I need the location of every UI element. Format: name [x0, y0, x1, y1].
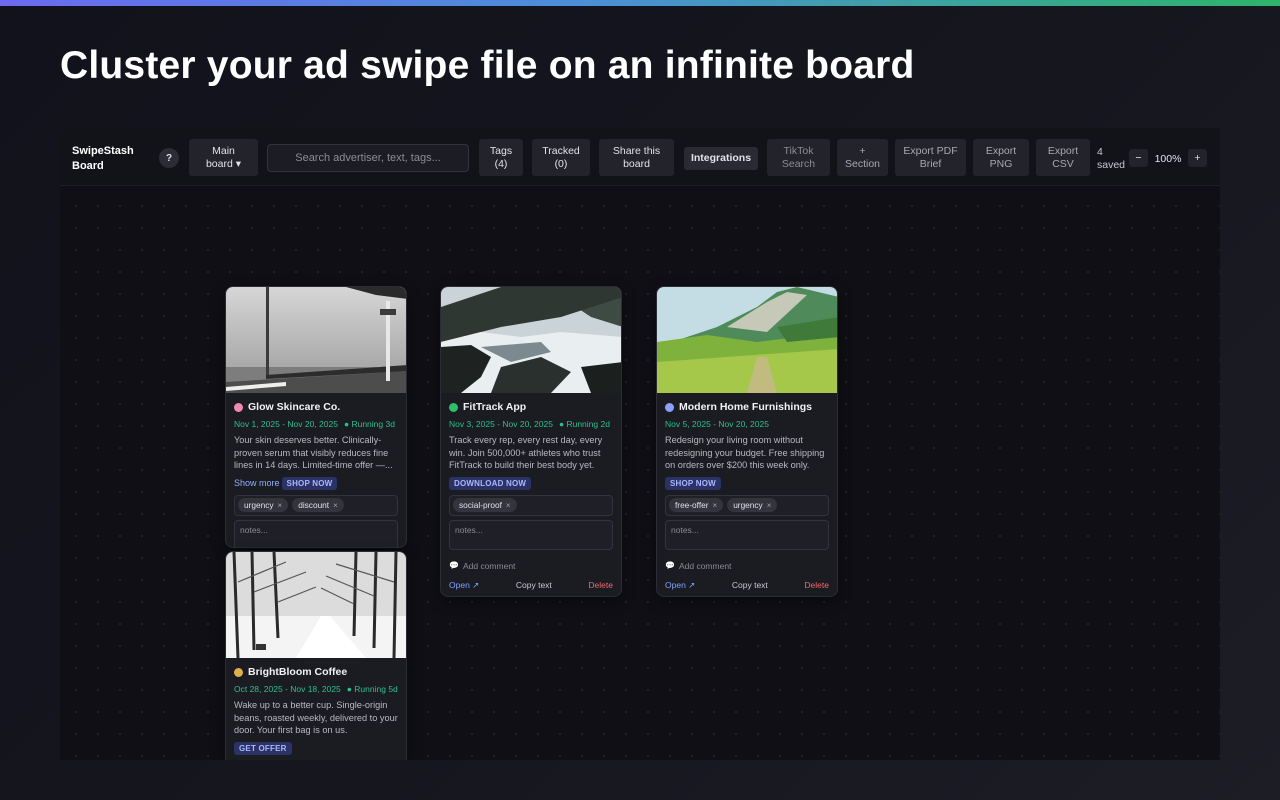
pier-icon	[226, 287, 406, 393]
run-dates: Nov 1, 2025 - Nov 20, 2025	[234, 419, 338, 429]
add-comment-label: Add comment	[678, 560, 732, 571]
tag-label: discount	[298, 500, 330, 511]
tag-label: free-offer	[675, 500, 709, 511]
tag-label: urgency	[733, 500, 763, 511]
advertiser-name: BrightBloom Coffee	[248, 666, 348, 678]
help-button[interactable]: ?	[159, 148, 179, 168]
zoom-level: 100%	[1154, 153, 1182, 165]
copy-text-button[interactable]: Copy text	[732, 580, 768, 591]
toolbar: SwipeStash Board ? Main board ▾ Tags (4)…	[60, 128, 1220, 186]
add-comment-link[interactable]: 💬 Add comment	[665, 561, 829, 571]
speech-bubble-icon: 💬	[449, 561, 459, 571]
notes-field[interactable]: notes...	[665, 519, 829, 550]
ad-copy: Track every rep, every rest day, every w…	[449, 435, 603, 471]
speech-bubble-icon: 💬	[665, 561, 675, 571]
ad-card[interactable]: Glow Skincare Co. Nov 1, 2025 - Nov 20, …	[225, 286, 407, 548]
copy-text-button[interactable]: Copy text	[516, 580, 552, 591]
add-section-button[interactable]: + Section	[837, 139, 888, 176]
cta-badge: GET OFFER	[234, 741, 292, 755]
delete-button[interactable]: Delete	[588, 580, 613, 591]
delete-button[interactable]: Delete	[804, 580, 829, 591]
board-canvas[interactable]: Glow Skincare Co. Nov 1, 2025 - Nov 20, …	[60, 187, 1220, 760]
zoom-out-button[interactable]: −	[1129, 149, 1148, 167]
open-link[interactable]: Open ↗	[665, 580, 695, 591]
board-app: SwipeStash Board ? Main board ▾ Tags (4)…	[60, 128, 1220, 760]
tags-field[interactable]: urgency × discount ×	[234, 494, 398, 516]
show-more-link[interactable]: Show more	[234, 478, 280, 488]
running-status: ● Running 3d	[343, 419, 395, 429]
board-select[interactable]: Main board ▾	[189, 139, 258, 176]
advertiser-name: FitTrack App	[463, 401, 527, 413]
remove-tag-icon[interactable]: ×	[767, 501, 772, 510]
remove-tag-icon[interactable]: ×	[713, 501, 718, 510]
advertiser-dot	[449, 402, 458, 412]
saved-count: 4 saved	[1097, 146, 1126, 171]
notes-field[interactable]: notes...	[234, 519, 398, 547]
tag-chip: social-proof ×	[453, 498, 517, 513]
tag-label: urgency	[244, 500, 274, 511]
advertiser-name: Modern Home Furnishings	[679, 401, 813, 413]
brand-name: SwipeStash Board	[72, 145, 134, 172]
tags-field[interactable]: social-proof ×	[449, 494, 613, 516]
accent-bar	[0, 0, 1280, 6]
running-status: ● Running 2d	[558, 419, 610, 429]
run-dates: Oct 28, 2025 - Nov 18, 2025	[234, 684, 341, 694]
run-dates: Nov 5, 2025 - Nov 20, 2025	[665, 419, 769, 429]
coast-rocks-icon	[441, 287, 621, 393]
tag-label: social-proof	[459, 500, 502, 511]
add-comment-label: Add comment	[462, 560, 516, 571]
zoom-in-button[interactable]: +	[1188, 149, 1207, 167]
advertiser-dot	[665, 402, 674, 412]
tag-chip: urgency ×	[238, 498, 289, 513]
cta-badge: SHOP NOW	[665, 476, 721, 490]
advertiser-dot	[234, 667, 243, 677]
ad-copy: Redesign your living room without redesi…	[665, 435, 825, 471]
export-csv-button[interactable]: Export CSV	[1036, 139, 1090, 176]
tag-chip: discount ×	[292, 498, 344, 513]
cta-badge: DOWNLOAD NOW	[449, 476, 532, 490]
cta-badge: SHOP NOW	[281, 476, 338, 490]
ad-card[interactable]: BrightBloom Coffee Oct 28, 2025 - Nov 18…	[225, 551, 407, 760]
ad-card[interactable]: FitTrack App Nov 3, 2025 - Nov 20, 2025 ●…	[440, 286, 622, 597]
page-title: Cluster your ad swipe file on an infinit…	[60, 44, 915, 87]
running-status: ● Running 5d	[346, 684, 398, 694]
advertiser-name: Glow Skincare Co.	[248, 401, 341, 413]
tiktok-search-button[interactable]: TikTok Search	[767, 139, 830, 176]
remove-tag-icon[interactable]: ×	[506, 501, 511, 510]
share-board-button[interactable]: Share this board	[599, 139, 674, 176]
ad-copy: Wake up to a better cup. Single-origin b…	[234, 700, 398, 736]
open-link[interactable]: Open ↗	[449, 580, 479, 591]
snowy-path-icon	[226, 552, 406, 658]
notes-field[interactable]: notes...	[449, 519, 613, 550]
ad-card[interactable]: Modern Home Furnishings Nov 5, 2025 - No…	[656, 286, 838, 597]
add-comment-link[interactable]: 💬 Add comment	[449, 561, 613, 571]
search-input[interactable]	[267, 144, 469, 172]
tags-button[interactable]: Tags (4)	[479, 139, 523, 176]
ad-copy: Your skin deserves better. Clinically-pr…	[234, 435, 393, 471]
run-dates: Nov 3, 2025 - Nov 20, 2025	[449, 419, 553, 429]
remove-tag-icon[interactable]: ×	[333, 501, 338, 510]
export-pdf-button[interactable]: Export PDF Brief	[895, 139, 966, 176]
tag-chip: urgency ×	[727, 498, 778, 513]
integrations-button[interactable]: Integrations	[684, 147, 758, 170]
tags-field[interactable]: free-offer × urgency ×	[665, 494, 829, 516]
export-png-button[interactable]: Export PNG	[973, 139, 1029, 176]
tag-chip: free-offer ×	[669, 498, 724, 513]
tracked-button[interactable]: Tracked (0)	[532, 139, 590, 176]
remove-tag-icon[interactable]: ×	[278, 501, 283, 510]
advertiser-dot	[234, 402, 243, 412]
mountain-meadow-icon	[657, 287, 837, 393]
